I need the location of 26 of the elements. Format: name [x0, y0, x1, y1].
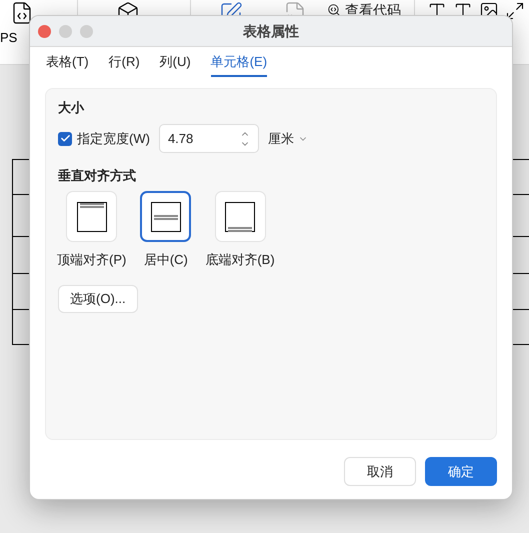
alignment-label: 顶端对齐(P) — [57, 251, 126, 269]
alignment-option[interactable] — [140, 191, 192, 242]
options-button[interactable]: 选项(O)... — [58, 284, 138, 312]
alignment-label: 底端对齐(B) — [205, 251, 275, 269]
tab[interactable]: 列(U) — [160, 52, 191, 77]
checkbox-label: 指定宽度(W) — [77, 130, 150, 148]
section-heading: 垂直对齐方式 — [58, 166, 137, 184]
check-icon — [60, 133, 70, 144]
tab[interactable]: 表格(T) — [46, 52, 89, 77]
confirm-button[interactable]: 确定 — [425, 457, 497, 486]
center-align-icon — [150, 202, 181, 232]
section-heading: 大小 — [58, 99, 86, 117]
checkbox[interactable] — [58, 132, 72, 146]
width-field[interactable]: 4.78 — [158, 124, 259, 153]
search-code-icon[interactable] — [327, 3, 341, 17]
bottom-align-icon — [225, 202, 256, 232]
top-align-icon — [76, 202, 107, 232]
resize-icon[interactable] — [505, 1, 525, 21]
unit-dropdown[interactable]: 厘米 — [268, 128, 308, 148]
cancel-button[interactable]: 取消 — [344, 457, 416, 486]
tab[interactable]: 行(R) — [108, 52, 140, 77]
close-icon[interactable] — [38, 25, 51, 38]
window-title: 表格属性 — [243, 22, 299, 40]
tab[interactable]: 单元格(E) — [210, 52, 268, 77]
alignment-label: 居中(C) — [144, 251, 188, 269]
toolbar-label[interactable]: PS — [0, 31, 18, 44]
